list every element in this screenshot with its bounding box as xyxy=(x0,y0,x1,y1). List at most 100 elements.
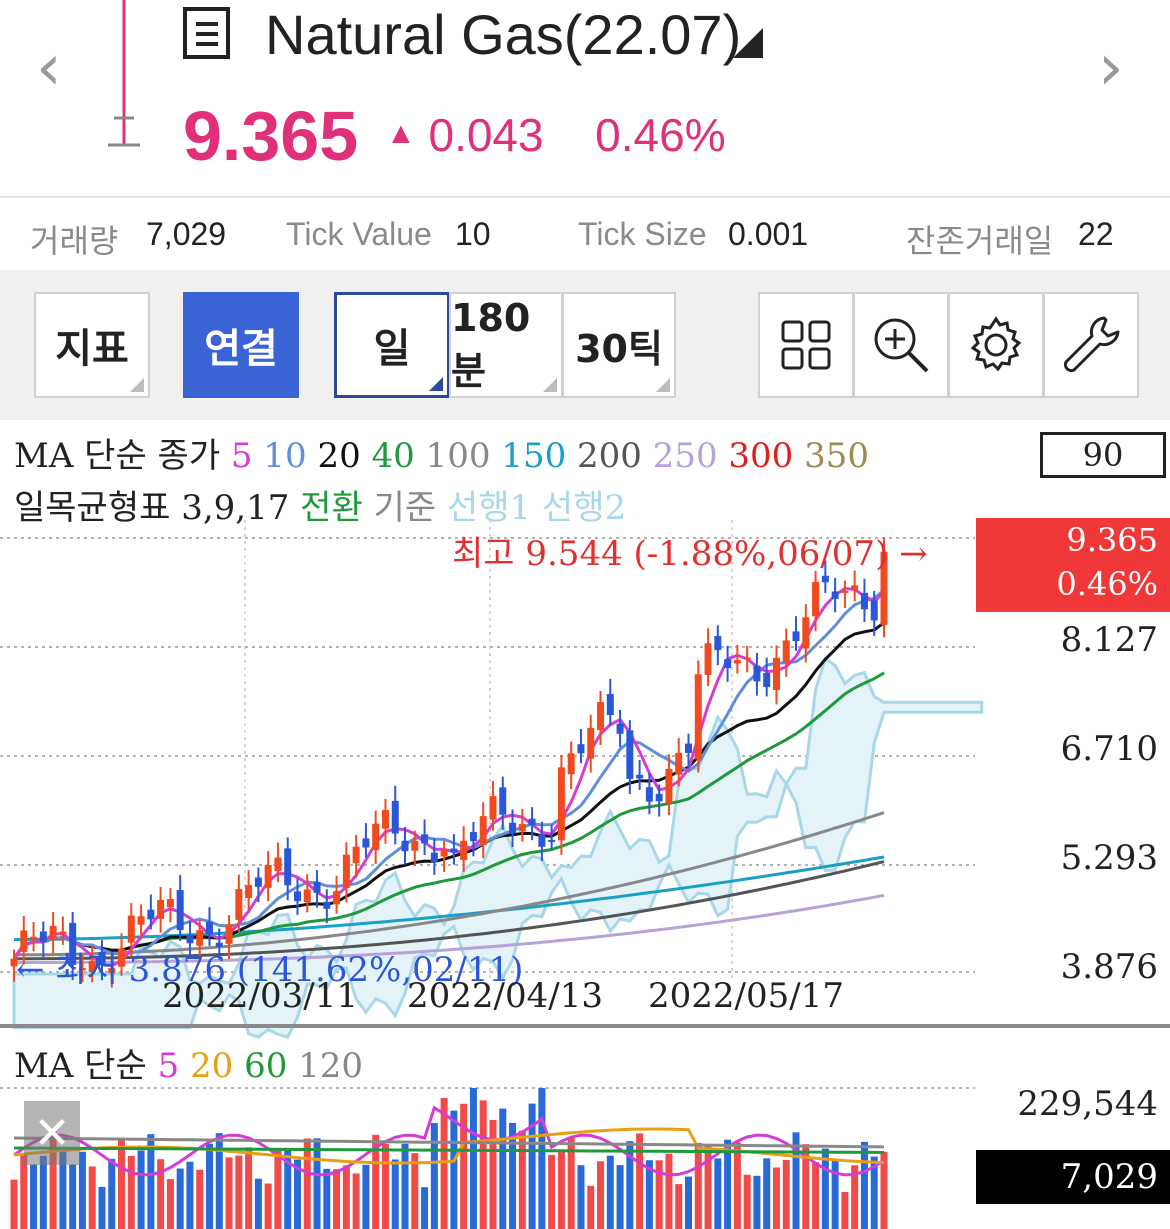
volume-bar xyxy=(362,1164,370,1229)
candle-body xyxy=(372,823,380,851)
volume-bar xyxy=(381,1143,389,1229)
candle-body xyxy=(147,909,155,920)
candle-body xyxy=(274,857,282,872)
ichimoku-item-0: 전환 xyxy=(300,488,363,528)
period-30tick-button[interactable]: 30틱 xyxy=(562,292,676,398)
period-count-box[interactable]: 90 xyxy=(1040,432,1166,478)
day-label: 일 xyxy=(373,326,411,372)
volume-bar xyxy=(743,1174,751,1229)
volume-bar xyxy=(10,1179,18,1229)
volume-bar xyxy=(763,1158,771,1229)
indicator-button[interactable]: 지표 xyxy=(34,292,150,398)
volume-bar xyxy=(196,1169,204,1229)
volume-bar xyxy=(469,1088,477,1229)
volume-bar xyxy=(694,1142,702,1229)
period-180min-button[interactable]: 180분 xyxy=(449,292,563,398)
volume-bar xyxy=(127,1155,135,1229)
candle-body xyxy=(860,592,868,610)
volume-bar xyxy=(548,1154,556,1229)
volume-bar xyxy=(30,1164,38,1229)
volume-bar xyxy=(460,1103,468,1229)
ma-period-6: 200 xyxy=(566,436,642,476)
candle-body xyxy=(870,600,878,621)
volume-bar xyxy=(812,1162,820,1229)
mini-candle-icon xyxy=(108,0,140,147)
volume-bar xyxy=(313,1138,321,1229)
up-triangle-icon: ▲ xyxy=(386,117,416,150)
volume-bar xyxy=(137,1150,145,1229)
volume-bar xyxy=(225,1157,233,1229)
volume-bar xyxy=(538,1088,546,1229)
candle-body xyxy=(831,591,839,599)
days-left-label: 잔존거래일 xyxy=(906,223,1054,259)
candle-body xyxy=(763,672,771,688)
volume-ma-period-2: 60 xyxy=(233,1046,288,1086)
candle-body xyxy=(225,924,233,944)
header: ‹ › Natural Gas(22.07) 9.365 ▲ 0.043 0.4… xyxy=(0,0,1170,196)
candle-body xyxy=(509,822,517,834)
next-arrow-icon[interactable]: › xyxy=(1098,36,1124,100)
volume-axis-label: 229,544 xyxy=(1017,1084,1158,1124)
volume-bar xyxy=(98,1186,106,1229)
tools-button[interactable] xyxy=(1043,292,1139,398)
tick30-label: 30틱 xyxy=(575,326,663,371)
y-axis-label: 3.876 xyxy=(1060,947,1158,987)
candle-body xyxy=(235,889,243,920)
volume-bar xyxy=(166,1179,174,1229)
volume-bar xyxy=(860,1141,868,1229)
chart-area[interactable]: MA 단순 종가 5 10 20 40 100 150 200 250 300 … xyxy=(0,420,1170,1229)
close-overlay-button[interactable]: ✕ xyxy=(24,1101,80,1165)
candle-body xyxy=(655,793,663,802)
instrument-title[interactable]: Natural Gas(22.07) xyxy=(265,2,741,67)
ichimoku-legend-items: 전환 기준 선행1 선행2 xyxy=(300,488,626,528)
ma-period-1: 10 xyxy=(252,436,307,476)
change-value: 0.043 xyxy=(428,109,544,161)
volume-ma-legend: MA 단순 5 20 60 120 xyxy=(14,1038,363,1087)
candle-body xyxy=(802,617,810,649)
volume-bar xyxy=(430,1122,438,1229)
volume-bar xyxy=(577,1165,585,1229)
prev-arrow-icon[interactable]: ‹ xyxy=(36,36,62,100)
candle-body xyxy=(362,838,370,848)
volume-bar xyxy=(714,1158,722,1229)
candle-body xyxy=(479,816,487,846)
volume-bar xyxy=(108,1158,116,1229)
period-day-button[interactable]: 일 xyxy=(334,292,450,398)
volume-bar xyxy=(831,1159,839,1229)
candle-body xyxy=(626,730,634,779)
candle-body xyxy=(694,674,702,760)
volume-bar xyxy=(616,1165,624,1229)
candle-body xyxy=(714,636,722,651)
ma-period-0: 5 xyxy=(230,436,253,476)
settings-button[interactable] xyxy=(948,292,1044,398)
volume-bar xyxy=(206,1143,214,1229)
link-label: 연결 xyxy=(204,326,278,372)
candle-body xyxy=(127,915,135,943)
volume-bar xyxy=(245,1147,253,1229)
layout-button[interactable] xyxy=(758,292,854,398)
ma-period-9: 350 xyxy=(793,436,870,476)
link-button[interactable]: 연결 xyxy=(183,292,299,398)
candle-body xyxy=(245,885,253,898)
tick-value: 10 xyxy=(455,216,491,252)
candle-body xyxy=(460,840,468,861)
close-icon[interactable]: ✕ xyxy=(34,1108,71,1159)
candle-body xyxy=(548,839,556,842)
ma-period-4: 100 xyxy=(414,436,491,476)
dropdown-corner-icon[interactable] xyxy=(733,28,765,60)
candle-body xyxy=(137,916,145,925)
volume-bar xyxy=(733,1142,741,1229)
candle-body xyxy=(254,877,262,887)
volume-bar xyxy=(665,1153,673,1229)
candle-body xyxy=(704,643,712,675)
indicator-label: 지표 xyxy=(55,326,129,372)
zoom-in-icon xyxy=(874,318,929,373)
document-menu-icon[interactable] xyxy=(182,6,232,60)
candle-body xyxy=(166,899,174,908)
candle-body xyxy=(323,901,331,909)
settings-gear-icon xyxy=(970,316,1022,372)
grid-layout-icon xyxy=(781,320,831,370)
volume-bar xyxy=(411,1153,419,1229)
panel-divider[interactable] xyxy=(0,1024,1170,1028)
zoom-button[interactable] xyxy=(853,292,949,398)
